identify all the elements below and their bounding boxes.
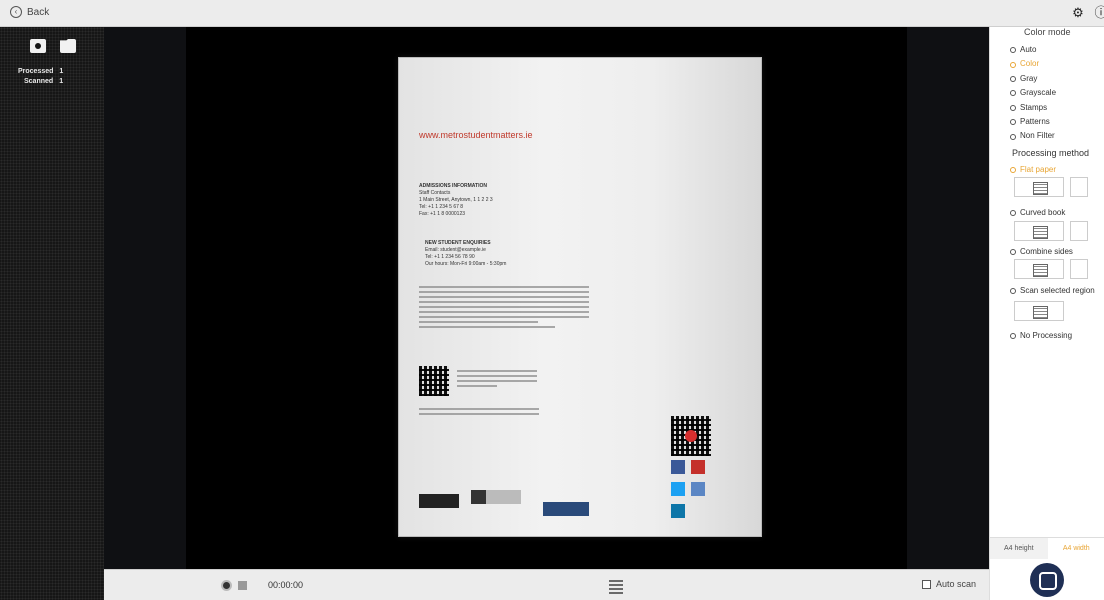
twitter-icon (671, 482, 685, 496)
processed-count: 1 (59, 68, 64, 75)
mail-icon (691, 482, 705, 496)
document-paragraph (419, 286, 589, 331)
gear-icon[interactable]: ⚙ (1071, 6, 1085, 20)
capture-toolbar: 00:00:00 Auto scan (104, 569, 989, 600)
doc-line: ADMISSIONS INFORMATION (419, 183, 487, 189)
doc-line: Tel: +1 1 234 56 78 90 (425, 254, 475, 260)
tab-a4-width[interactable]: A4 width (1047, 538, 1104, 559)
left-panel: Processed 1 Scanned 1 (0, 27, 104, 600)
color-mode-color[interactable]: Color (1010, 57, 1056, 71)
stop-button[interactable] (238, 581, 247, 590)
method-scan-selected-region[interactable]: Scan selected region (1010, 286, 1095, 295)
doc-line: Tel: +1 1 234 5 67 8 (419, 204, 464, 210)
flat-paper-icon[interactable] (1014, 177, 1064, 197)
book-edit-icon[interactable] (1070, 221, 1088, 241)
select-region-icon[interactable] (1014, 301, 1064, 321)
facebook-icon (671, 460, 685, 474)
combine-edit-icon[interactable] (1070, 259, 1088, 279)
option-label: Patterns (1020, 117, 1050, 127)
doc-line: Fax: +1 1 8 0000123 (419, 211, 466, 217)
document-block-1: ADMISSIONS INFORMATION Staff Contacts 1 … (419, 183, 493, 218)
sponsor-logo-2 (471, 490, 521, 504)
back-button[interactable]: ‹ Back (10, 6, 49, 18)
option-label: Combine sides (1020, 247, 1073, 256)
color-mode-list: Auto Color Gray Grayscale Stamps Pattern… (1010, 43, 1056, 144)
color-mode-title: Color mode (1024, 27, 1071, 37)
linkedin-icon (671, 504, 685, 518)
curved-book-icon[interactable] (1014, 221, 1064, 241)
document-block-2: NEW STUDENT ENQUIRIES Email: student@exa… (425, 240, 506, 268)
method-no-processing[interactable]: No Processing (1010, 331, 1072, 340)
autoscan-toggle[interactable]: Auto scan (922, 579, 976, 589)
scan-stats: Processed 1 Scanned 1 (18, 67, 63, 87)
batch-icon[interactable] (609, 578, 623, 594)
doc-line: 1 Main Street, Anytown, 1 1 2 2 3 (419, 197, 493, 203)
qr-code (419, 366, 449, 396)
color-mode-grayscale[interactable]: Grayscale (1010, 86, 1056, 100)
color-mode-patterns[interactable]: Patterns (1010, 115, 1056, 129)
autoscan-checkbox[interactable] (922, 579, 931, 589)
color-mode-non-filter[interactable]: Non Filter (1010, 129, 1056, 143)
folder-icon[interactable] (60, 39, 76, 53)
option-label: Grayscale (1020, 88, 1057, 98)
color-mode-auto[interactable]: Auto (1010, 43, 1056, 57)
crop-edit-icon[interactable] (1070, 177, 1088, 197)
scanned-label: Scanned (24, 78, 54, 85)
back-arrow-icon: ‹ (10, 6, 22, 18)
doc-line: NEW STUDENT ENQUIRIES (425, 240, 491, 246)
youtube-icon (691, 460, 705, 474)
page-size-tabs: A4 height A4 width (990, 537, 1104, 559)
option-label: Flat paper (1020, 165, 1057, 174)
document-footer-lines (419, 408, 539, 418)
doc-line: Staff Contacts (419, 190, 451, 196)
scanned-document: www.metrostudentmatters.ie ADMISSIONS IN… (398, 57, 762, 537)
processed-label: Processed (18, 68, 54, 75)
option-label: Gray (1020, 73, 1038, 83)
method-flat-paper[interactable]: Flat paper (1010, 165, 1056, 174)
color-mode-stamps[interactable]: Stamps (1010, 101, 1056, 115)
doc-line: Email: student@example.ie (425, 247, 486, 253)
back-label: Back (27, 6, 50, 18)
title-bar: ‹ Back ⚙ ⓘ (0, 0, 1104, 27)
processing-method-title: Processing method (1012, 148, 1090, 158)
color-mode-gray[interactable]: Gray (1010, 72, 1056, 86)
scanned-count: 1 (59, 78, 64, 85)
qr-code-large (671, 416, 711, 456)
option-label: Curved book (1020, 208, 1066, 217)
tab-a4-height[interactable]: A4 height (990, 538, 1048, 559)
info-icon[interactable]: ⓘ (1094, 6, 1104, 20)
recording-timer: 00:00:00 (268, 580, 304, 590)
combine-sides-icon[interactable] (1014, 259, 1064, 279)
qr-caption (457, 370, 537, 390)
autoscan-label: Auto scan (936, 579, 977, 589)
sponsor-logo-1 (419, 494, 459, 508)
method-curved-book[interactable]: Curved book (1010, 208, 1065, 217)
settings-panel: Color mode Auto Color Gray Grayscale Sta… (989, 27, 1104, 600)
scan-button[interactable] (1030, 563, 1064, 597)
option-label: Auto (1020, 45, 1037, 54)
option-label: Scan selected region (1020, 286, 1095, 295)
option-label: Non Filter (1020, 131, 1055, 141)
camera-icon[interactable] (30, 39, 46, 53)
record-button[interactable] (221, 580, 232, 591)
method-combine-sides[interactable]: Combine sides (1010, 247, 1073, 256)
document-url: www.metrostudentmatters.ie (419, 130, 533, 140)
option-label: No Processing (1020, 331, 1073, 340)
sponsor-logo-3 (543, 502, 589, 516)
option-label: Color (1020, 59, 1040, 69)
doc-line: Our hours: Mon-Fri 9:00am - 5:30pm (425, 261, 507, 267)
option-label: Stamps (1020, 102, 1048, 112)
